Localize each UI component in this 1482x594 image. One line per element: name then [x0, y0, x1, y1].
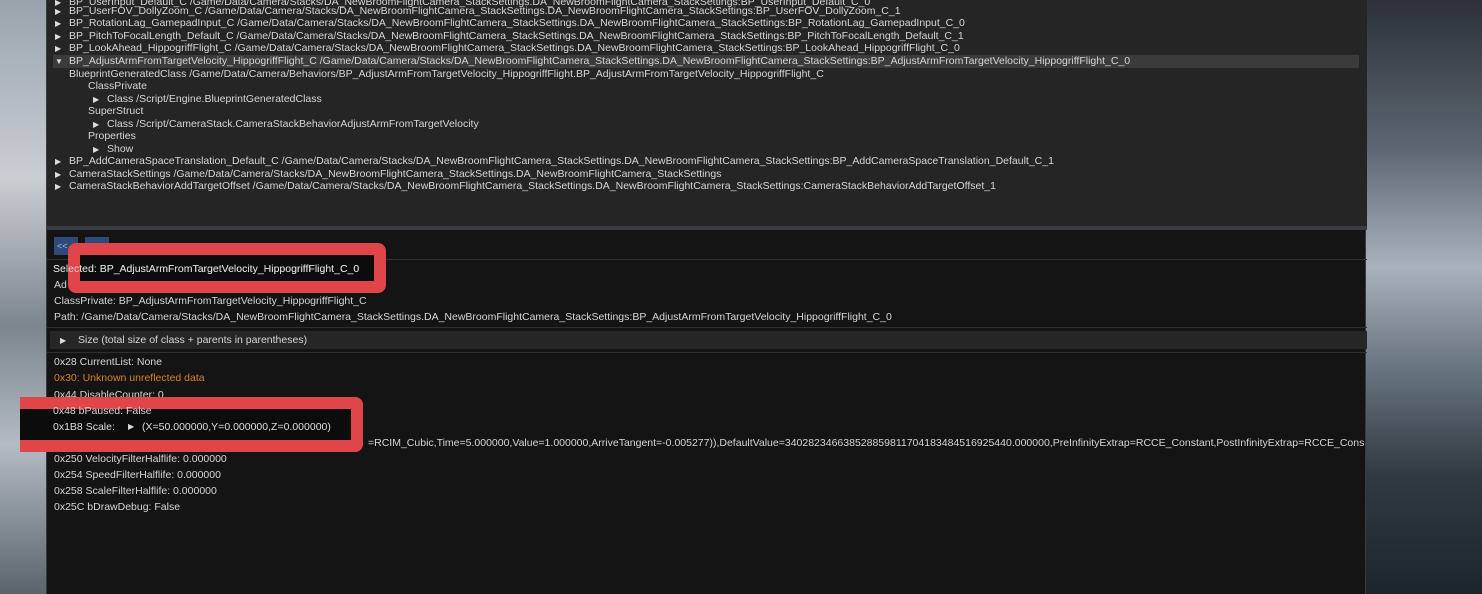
class-private-label: ClassPrivate: BP_AdjustArmFromTargetVelo… [54, 295, 367, 307]
tree-row[interactable]: ▶ CameraStackBehaviorAddTargetOffset /Gam… [55, 180, 996, 193]
divider [47, 327, 1367, 328]
tree-row-selected[interactable]: ▼ BP_AdjustArmFromTargetVelocity_Hippogri… [53, 55, 1359, 68]
path-label: Path: /Game/Data/Camera/Stacks/DA_NewBro… [54, 311, 892, 323]
property-row-curve: =RCIM_Cubic,Time=5.000000,Value=1.000000… [368, 437, 1365, 449]
desktop-background-right [1366, 0, 1482, 594]
tree-row[interactable]: ▶ BP_AddCameraSpaceTranslation_Default_C … [55, 155, 1054, 168]
property-row-bpaused: 0x48 bPaused: False [53, 405, 152, 417]
selected-visible-label: ted: BP_AdjustArmFromTargetVelocity_Hipp… [79, 263, 360, 275]
tree-row[interactable]: BlueprintGeneratedClass /Game/Data/Camer… [69, 68, 824, 81]
desktop-background-left [0, 0, 46, 594]
tree-row: Properties [88, 130, 136, 142]
expand-icon[interactable]: ▶ [55, 42, 69, 55]
unreflected-data-warning: 0x30: Unknown unreflected data [54, 372, 205, 384]
expand-icon[interactable]: ▶ [55, 17, 69, 30]
property-row: 0x25C bDrawDebug: False [54, 501, 181, 513]
tree-row[interactable]: ▶ BP_RotationLag_GamepadInput_C /Game/Dat… [55, 17, 965, 30]
expand-icon[interactable]: ▶ [55, 155, 69, 168]
expand-icon[interactable]: ▶ [128, 419, 134, 435]
size-section-header[interactable]: ▶ Size (total size of class + parents in … [50, 331, 1367, 349]
object-inspector-window: ▶ BP_UserInput_Default_C /Game/Data/Camer… [46, 0, 1367, 594]
expand-icon[interactable]: ▶ [60, 332, 78, 350]
divider [47, 352, 1367, 353]
property-row: 0x28 CurrentList: None [54, 356, 162, 368]
expand-icon[interactable]: ▶ [55, 180, 69, 193]
property-row: 0x250 VelocityFilterHalflife: 0.000000 [54, 453, 227, 465]
collapse-icon[interactable]: ▼ [55, 55, 69, 68]
property-row: 0x258 ScaleFilterHalflife: 0.000000 [54, 485, 217, 497]
scale-value: (X=50.000000,Y=0.000000,Z=0.000000) [142, 421, 331, 433]
tree-row[interactable]: ▶ Class /Script/CameraStack.CameraStackBe… [93, 118, 479, 131]
tree-row[interactable]: ▶ BP_LookAhead_HippogriffFlight_C /Game/D… [55, 42, 960, 55]
address-prefix: Ad [54, 279, 67, 291]
splitter[interactable] [47, 226, 1367, 230]
tree-row: ClassPrivate [88, 80, 147, 92]
selected-prefix: Sel [53, 263, 69, 275]
object-tree[interactable]: ▶ BP_UserInput_Default_C /Game/Data/Camer… [47, 0, 1367, 226]
tree-row: SuperStruct [88, 105, 144, 117]
property-row: 0x254 SpeedFilterHalflife: 0.000000 [54, 469, 221, 481]
scale-label: 0x1B8 Scale: [53, 421, 115, 433]
